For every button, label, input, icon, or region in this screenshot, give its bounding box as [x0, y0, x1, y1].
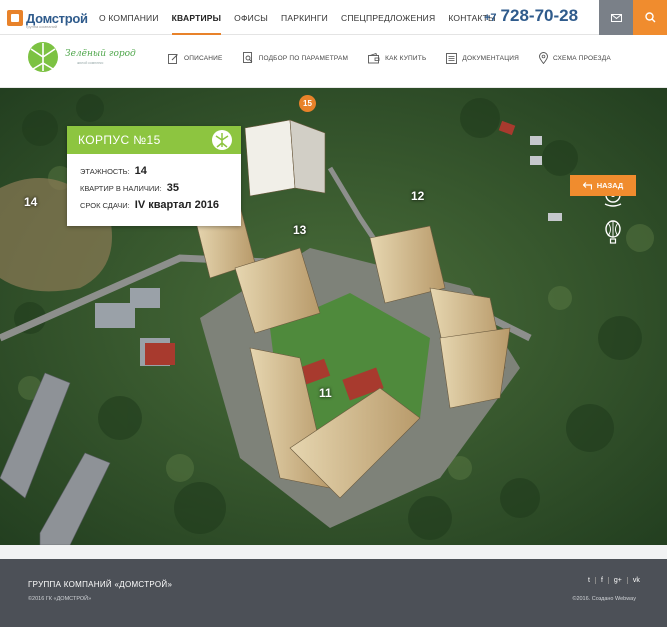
- document-icon: [446, 52, 458, 64]
- social-links: t f g+ vk: [583, 577, 645, 584]
- project-nav: ОПИСАНИЕ ПОДБОР ПО ПАРАМЕТРАМ КАК КУПИТЬ…: [168, 52, 631, 64]
- mail-button[interactable]: [599, 0, 633, 35]
- project-name: Зелёный город: [65, 49, 136, 59]
- info-deadline-label: СРОК СДАЧИ:: [80, 201, 130, 210]
- info-floors: ЭТАЖНОСТЬ: 14: [80, 165, 147, 177]
- building-label-14[interactable]: 14: [24, 195, 37, 209]
- subnav-directions-label: СХЕМА ПРОЕЗДА: [552, 54, 611, 62]
- info-available-value: 35: [166, 182, 179, 194]
- leaf-badge-icon: [212, 130, 232, 150]
- nav-item-apartments[interactable]: КВАРТИРЫ: [171, 0, 222, 35]
- back-button-label: НАЗАД: [596, 181, 624, 190]
- nav-item-parking[interactable]: ПАРКИНГИ: [281, 0, 328, 35]
- info-deadline: СРОК СДАЧИ: IV квартал 2016: [80, 199, 219, 211]
- logo-mark-icon: [7, 10, 23, 26]
- subnav-search-params-label: ПОДБОР ПО ПАРАМЕТРАМ: [258, 54, 349, 62]
- footer-credits[interactable]: ©2016. Создано Webway: [572, 596, 636, 602]
- info-floors-label: ЭТАЖНОСТЬ:: [80, 167, 130, 176]
- search-icon: [644, 12, 655, 23]
- building-marker-15[interactable]: 15: [299, 95, 316, 112]
- footer-copyright: ©2016 ГК «ДОМСТРОЙ»: [28, 596, 92, 602]
- subnav-documentation[interactable]: ДОКУМЕНТАЦИЯ: [446, 52, 519, 64]
- edit-icon: [168, 53, 178, 64]
- subnav-description-label: ОПИСАНИЕ: [184, 54, 223, 62]
- document-search-icon: [242, 52, 252, 63]
- info-card-header: КОРПУС №15: [67, 126, 241, 154]
- leaf-logo-icon: [28, 42, 58, 72]
- main-nav: О КОМПАНИИ КВАРТИРЫ ОФИСЫ ПАРКИНГИ СПЕЦП…: [99, 0, 509, 35]
- subnav-directions[interactable]: СХЕМА ПРОЕЗДА: [539, 52, 611, 64]
- info-available-label: КВАРТИР В НАЛИЧИИ:: [80, 184, 162, 193]
- footer: ГРУППА КОМПАНИЙ «ДОМСТРОЙ» ©2016 ГК «ДОМ…: [0, 559, 667, 627]
- info-floors-value: 14: [134, 165, 147, 177]
- building-label-11[interactable]: 11: [319, 386, 332, 400]
- back-arrow-icon: [582, 181, 592, 189]
- wallet-icon: [368, 52, 380, 63]
- google-plus-icon[interactable]: g+: [607, 577, 627, 584]
- phone-code: +7: [484, 12, 497, 24]
- map-pin-icon: [539, 52, 548, 64]
- footer-spacer: [0, 545, 667, 559]
- subnav-documentation-label: ДОКУМЕНТАЦИЯ: [462, 54, 519, 62]
- balloon-view-icon[interactable]: [603, 220, 623, 249]
- project-tagline: жилой комплекс: [77, 61, 104, 65]
- logo-tagline: группа компаний: [26, 24, 58, 29]
- building-label-12[interactable]: 12: [411, 189, 424, 203]
- nav-item-special-offers[interactable]: СПЕЦПРЕДЛОЖЕНИЯ: [341, 0, 435, 35]
- footer-company-name: ГРУППА КОМПАНИЙ «ДОМСТРОЙ»: [28, 580, 173, 589]
- back-button[interactable]: НАЗАД: [570, 175, 636, 196]
- info-available: КВАРТИР В НАЛИЧИИ: 35: [80, 182, 179, 194]
- search-button[interactable]: [633, 0, 667, 35]
- info-card-title: КОРПУС №15: [78, 133, 161, 147]
- nav-item-company[interactable]: О КОМПАНИИ: [99, 0, 159, 35]
- twitter-icon[interactable]: t: [583, 577, 595, 584]
- subnav-search-params[interactable]: ПОДБОР ПО ПАРАМЕТРАМ: [242, 52, 349, 64]
- subnav-how-to-buy[interactable]: КАК КУПИТЬ: [368, 52, 427, 64]
- building-info-card: КОРПУС №15 ЭТАЖНОСТЬ: 14 КВАРТИР В НАЛИЧ…: [67, 126, 241, 226]
- zeleny-gorod-logo[interactable]: Зелёный город жилой комплекс: [27, 41, 137, 73]
- envelope-icon: [610, 13, 622, 22]
- facebook-icon[interactable]: f: [594, 577, 608, 584]
- building-label-13[interactable]: 13: [293, 223, 306, 237]
- domstroy-logo[interactable]: Домстрой группа компаний: [7, 8, 88, 29]
- subnav-how-to-buy-label: КАК КУПИТЬ: [385, 54, 427, 62]
- phone-number[interactable]: +7 728-70-28: [484, 6, 578, 26]
- subnav-description[interactable]: ОПИСАНИЕ: [168, 53, 223, 64]
- info-deadline-value: IV квартал 2016: [134, 199, 220, 211]
- vk-icon[interactable]: vk: [626, 577, 645, 584]
- nav-item-offices[interactable]: ОФИСЫ: [234, 0, 268, 35]
- phone-digits: 728-70-28: [500, 6, 579, 25]
- top-bar: Домстрой группа компаний О КОМПАНИИ КВАР…: [0, 0, 667, 35]
